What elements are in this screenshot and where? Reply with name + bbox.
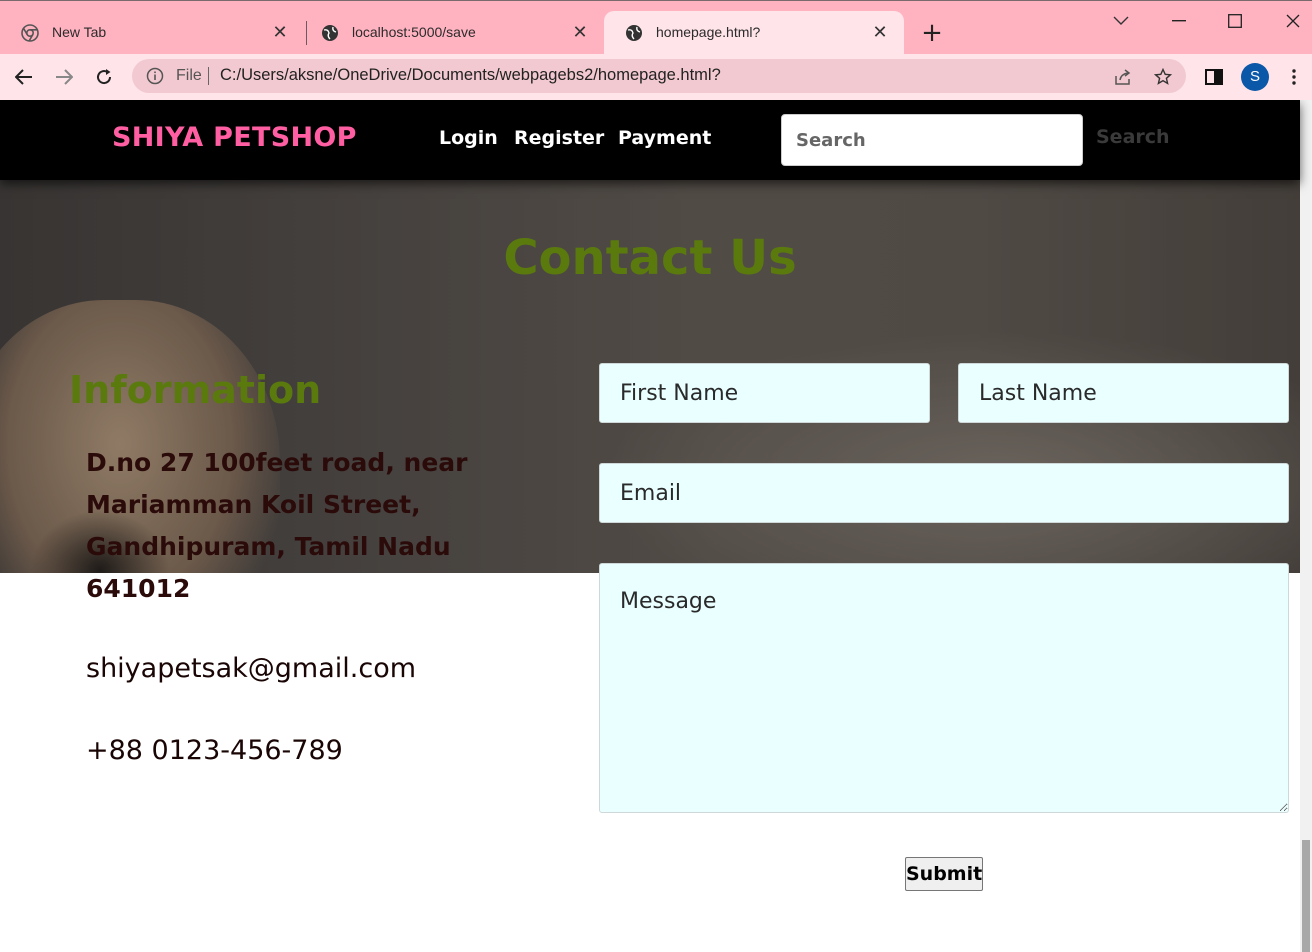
phone-text: +88 0123-456-789 <box>86 735 343 766</box>
back-arrow-icon[interactable] <box>11 64 37 90</box>
site-navbar: SHIYA PETSHOP Login Register Payment Sea… <box>0 100 1300 180</box>
brand-logo[interactable]: SHIYA PETSHOP <box>112 122 357 153</box>
close-tab-icon[interactable]: ✕ <box>270 22 290 42</box>
bookmark-star-icon[interactable] <box>1152 66 1174 88</box>
search-input[interactable] <box>781 114 1083 166</box>
first-name-field[interactable] <box>599 363 930 423</box>
browser-toolbar: File C:/Users/aksne/OneDrive/Documents/w… <box>0 54 1312 100</box>
minimize-icon[interactable] <box>1164 7 1194 35</box>
tab-new-tab[interactable]: New Tab ✕ <box>0 11 304 55</box>
message-field[interactable] <box>599 563 1289 813</box>
tab-search-chevron-icon[interactable] <box>1106 7 1136 35</box>
site-info-icon[interactable] <box>146 67 164 85</box>
nav-link-register[interactable]: Register <box>514 127 604 149</box>
url-text[interactable]: C:/Users/aksne/OneDrive/Documents/webpag… <box>220 66 721 85</box>
page-viewport: SHIYA PETSHOP Login Register Payment Sea… <box>0 100 1312 952</box>
close-window-icon[interactable] <box>1278 7 1308 35</box>
forward-arrow-icon[interactable] <box>51 64 77 90</box>
browser-tabstrip: New Tab ✕ localhost:5000/save ✕ homepage… <box>0 0 1312 55</box>
tab-title: homepage.html? <box>656 24 761 40</box>
submit-button[interactable]: Submit <box>905 857 983 891</box>
reload-icon[interactable] <box>91 64 117 90</box>
close-tab-icon[interactable]: ✕ <box>870 22 890 42</box>
side-panel-icon[interactable] <box>1201 64 1227 90</box>
more-menu-icon[interactable] <box>1281 64 1307 90</box>
maximize-icon[interactable] <box>1220 7 1250 35</box>
scrollbar-thumb[interactable] <box>1302 840 1310 952</box>
nav-link-login[interactable]: Login <box>439 127 498 149</box>
file-scheme-label: File <box>176 67 202 84</box>
globe-icon <box>320 23 340 43</box>
close-tab-icon[interactable]: ✕ <box>570 22 590 42</box>
new-tab-plus-icon[interactable]: + <box>918 19 946 47</box>
address-separator <box>208 67 209 85</box>
search-button[interactable]: Search <box>1096 126 1170 148</box>
tab-localhost-save[interactable]: localhost:5000/save ✕ <box>300 11 604 55</box>
share-icon[interactable] <box>1112 66 1134 88</box>
address-text: D.no 27 100feet road, near Mariamman Koi… <box>86 448 468 603</box>
chrome-icon <box>20 23 40 43</box>
globe-icon <box>624 23 644 43</box>
tab-homepage[interactable]: homepage.html? ✕ <box>604 11 904 55</box>
tab-title: localhost:5000/save <box>352 24 476 40</box>
email-text: shiyapetsak@gmail.com <box>86 653 417 684</box>
information-heading: Information <box>69 368 322 412</box>
tab-title: New Tab <box>52 24 107 40</box>
email-field[interactable] <box>599 463 1289 523</box>
last-name-field[interactable] <box>958 363 1289 423</box>
address-bar[interactable]: File C:/Users/aksne/OneDrive/Documents/w… <box>132 59 1186 93</box>
scrollbar-track[interactable] <box>1300 100 1312 952</box>
nav-link-payment[interactable]: Payment <box>618 127 711 149</box>
profile-avatar[interactable]: S <box>1241 63 1269 91</box>
contact-title: Contact Us <box>503 230 797 286</box>
